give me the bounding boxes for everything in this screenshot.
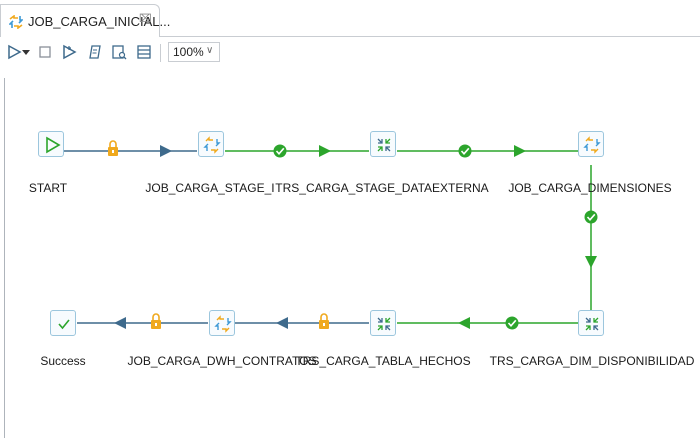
job-icon [203,136,221,154]
transform-icon [585,317,599,331]
job-icon [214,315,232,333]
hop-unconditional[interactable] [63,140,197,157]
hop-success[interactable] [397,144,578,158]
hop-unconditional[interactable] [235,313,369,329]
check-icon [273,144,287,158]
check-icon [505,316,519,330]
transform-node[interactable] [370,131,396,157]
transform-node[interactable] [370,310,396,336]
transform-icon [377,317,391,331]
checkmark-icon [58,319,70,330]
transform-node[interactable] [578,310,604,336]
lock-icon [151,313,161,329]
hop-layer [63,140,598,330]
success-node[interactable] [50,310,76,336]
transform-icon [377,138,391,152]
node-label: START [28,181,68,195]
job-node[interactable] [578,131,604,157]
node-label: TRS_CARGA_STAGE_DATAEXTERNA [275,181,489,195]
start-node[interactable] [38,131,64,157]
check-icon [584,210,598,224]
node-label: JOB_CARGA_DWH_CONTRATOS [127,354,317,368]
hop-success[interactable] [397,316,578,330]
node-label: TRS_CARGA_TABLA_HECHOS [295,354,471,368]
lock-icon [108,140,118,156]
lock-icon [319,313,329,329]
node-label: JOB_CARGA_DIMENSIONES [508,181,672,195]
node-label: JOB_CARGA_STAGE_I [145,181,275,195]
job-icon [583,136,601,154]
hop-success[interactable] [225,144,369,158]
start-icon [46,136,61,154]
job-node[interactable] [209,310,235,336]
job-node[interactable] [198,131,224,157]
node-label: Success [40,354,86,368]
check-icon [458,144,472,158]
node-label: TRS_CARGA_DIM_DISPONIBILIDAD [489,354,695,368]
hop-unconditional[interactable] [77,313,208,329]
